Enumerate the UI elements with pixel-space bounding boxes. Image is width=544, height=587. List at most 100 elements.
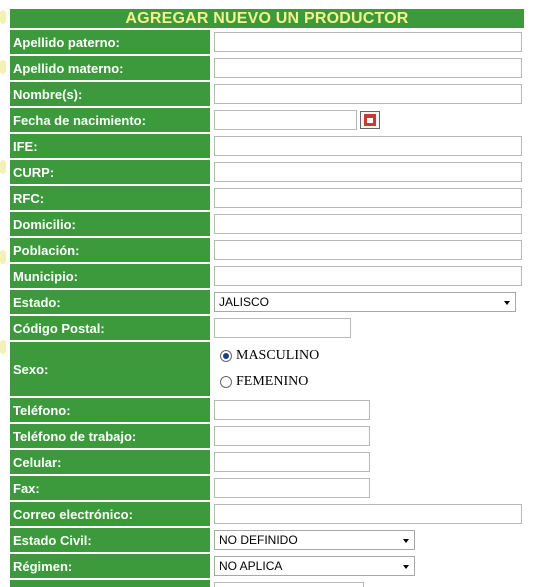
background-decoration [0,10,6,24]
apellido-paterno-input[interactable] [214,32,522,52]
calendar-icon[interactable] [360,111,380,129]
row-partial [10,580,524,587]
radio-label: MASCULINO [236,348,320,363]
telefono-input[interactable] [214,400,370,420]
row-apellido-paterno: Apellido paterno: [10,30,524,54]
poblacion-input[interactable] [214,240,522,260]
row-rfc: RFC: [10,186,524,210]
field-cell [212,476,524,500]
celular-input[interactable] [214,452,370,472]
radio-unselected-icon[interactable] [220,376,232,388]
field-label: Código Postal: [10,316,210,340]
fax-input[interactable] [214,478,370,498]
field-label [10,580,210,587]
row-domicilio: Domicilio: [10,212,524,236]
regimen-select[interactable]: NO APLICA [214,556,415,576]
field-label: Estado: [10,290,210,314]
form-title: AGREGAR NUEVO UN PRODUCTOR [10,9,524,28]
field-cell [212,398,524,422]
field-label: Domicilio: [10,212,210,236]
field-label: CURP: [10,160,210,184]
field-cell [212,450,524,474]
field-cell [212,424,524,448]
row-codigo-postal: Código Postal: [10,316,524,340]
row-fax: Fax: [10,476,524,500]
row-curp: CURP: [10,160,524,184]
fecha-nacimiento-input[interactable] [214,110,357,130]
field-label: Teléfono de trabajo: [10,424,210,448]
row-apellido-materno: Apellido materno: [10,56,524,80]
field-label: Fecha de nacimiento: [10,108,210,132]
partial-input[interactable] [214,582,364,587]
row-poblacion: Población: [10,238,524,262]
rfc-input[interactable] [214,188,522,208]
field-label: IFE: [10,134,210,158]
background-decoration [0,60,6,74]
row-correo: Correo electrónico: [10,502,524,526]
field-cell [212,134,524,158]
field-cell [212,264,524,288]
field-label: Municipio: [10,264,210,288]
field-cell [212,108,524,132]
row-estado-civil: Estado Civil: NO DEFINIDO [10,528,524,552]
field-cell [212,82,524,106]
row-fecha-nacimiento: Fecha de nacimiento: [10,108,524,132]
field-label: Celular: [10,450,210,474]
row-estado: Estado: JALISCO [10,290,524,314]
field-label: Teléfono: [10,398,210,422]
field-cell [212,502,524,526]
estado-select[interactable]: JALISCO [214,292,516,312]
chevron-down-icon [403,539,409,543]
field-cell [212,316,524,340]
sexo-option-femenino[interactable]: FEMENINO [220,372,308,392]
codigo-postal-input[interactable] [214,318,351,338]
field-cell [212,212,524,236]
field-cell [212,160,524,184]
row-sexo: Sexo: MASCULINO FEMENINO [10,342,524,396]
field-cell: MASCULINO FEMENINO [212,342,524,396]
field-label: Apellido materno: [10,56,210,80]
background-decoration [0,250,6,264]
field-label: Correo electrónico: [10,502,210,526]
chevron-down-icon [403,565,409,569]
field-label: Nombre(s): [10,82,210,106]
background-decoration [0,160,6,174]
correo-input[interactable] [214,504,522,524]
row-municipio: Municipio: [10,264,524,288]
chevron-down-icon [504,301,510,305]
row-telefono: Teléfono: [10,398,524,422]
row-regimen: Régimen: NO APLICA [10,554,524,578]
row-ife: IFE: [10,134,524,158]
field-cell [212,580,524,587]
field-cell [212,30,524,54]
row-telefono-trabajo: Teléfono de trabajo: [10,424,524,448]
domicilio-input[interactable] [214,214,522,234]
row-nombres: Nombre(s): [10,82,524,106]
telefono-trabajo-input[interactable] [214,426,370,446]
field-label: Régimen: [10,554,210,578]
ife-input[interactable] [214,136,522,156]
field-label: Sexo: [10,342,210,396]
field-label: Estado Civil: [10,528,210,552]
sexo-option-masculino[interactable]: MASCULINO [220,346,319,366]
radio-selected-icon[interactable] [220,350,232,362]
nombres-input[interactable] [214,84,522,104]
estado-civil-select[interactable]: NO DEFINIDO [214,530,415,550]
field-cell [212,238,524,262]
field-cell: JALISCO [212,290,524,314]
field-cell [212,56,524,80]
field-label: Población: [10,238,210,262]
field-cell: NO APLICA [212,554,524,578]
field-label: Fax: [10,476,210,500]
curp-input[interactable] [214,162,522,182]
field-cell [212,186,524,210]
background-decoration [0,340,6,354]
radio-label: FEMENINO [236,374,309,389]
apellido-materno-input[interactable] [214,58,522,78]
estado-selected-value: JALISCO [219,295,270,309]
field-cell: NO DEFINIDO [212,528,524,552]
field-label: RFC: [10,186,210,210]
regimen-selected-value: NO APLICA [219,559,283,573]
municipio-input[interactable] [214,266,522,286]
row-celular: Celular: [10,450,524,474]
